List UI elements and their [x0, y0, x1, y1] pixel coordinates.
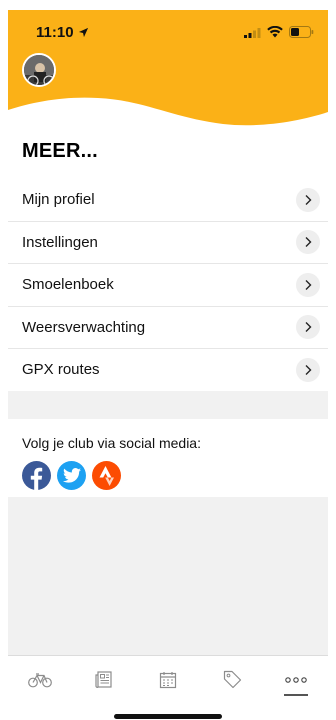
twitter-icon[interactable] [57, 461, 86, 490]
menu-item-label: Weersverwachting [22, 318, 146, 336]
menu-item-label: GPX routes [22, 361, 100, 379]
tab-more[interactable] [276, 662, 316, 698]
left-margin [0, 0, 8, 720]
menu-item-mijn-profiel[interactable]: Mijn profiel [8, 179, 328, 222]
social-icons [22, 461, 314, 490]
chevron-right-icon [296, 272, 320, 297]
news-icon [95, 670, 112, 688]
menu-item-smoelenboek[interactable]: Smoelenboek [8, 264, 328, 307]
chevron-right-icon [296, 230, 320, 255]
menu-item-weersverwachting[interactable]: Weersverwachting [8, 306, 328, 349]
status-bar: 11:10 [8, 10, 328, 54]
chevron-right-icon [296, 357, 320, 382]
bike-icon [28, 672, 52, 687]
menu-item-label: Instellingen [22, 233, 98, 251]
chevron-right-icon [296, 315, 320, 340]
chevron-right-icon [296, 187, 320, 212]
page-title: MEER... [22, 140, 98, 162]
cellular-signal-icon [244, 27, 261, 38]
tab-tags[interactable] [212, 662, 252, 698]
location-arrow-icon [78, 27, 88, 37]
status-time-text: 11:10 [36, 23, 74, 41]
menu-item-instellingen[interactable]: Instellingen [8, 221, 328, 264]
section-divider [8, 391, 328, 419]
tab-news[interactable] [84, 662, 124, 698]
avatar[interactable] [22, 53, 56, 87]
tab-bike[interactable] [20, 662, 60, 698]
menu-list: Mijn profiel Instellingen Smoelenboek We… [8, 179, 328, 392]
status-time: 11:10 [36, 24, 89, 41]
status-icons [244, 26, 314, 38]
wifi-icon [267, 26, 283, 38]
home-indicator[interactable] [114, 714, 222, 719]
empty-area [8, 497, 328, 655]
social-heading: Volg je club via social media: [22, 435, 201, 451]
menu-item-label: Mijn profiel [22, 191, 95, 209]
menu-item-label: Smoelenboek [22, 276, 114, 294]
facebook-icon[interactable] [22, 461, 51, 490]
strava-icon[interactable] [92, 461, 121, 490]
right-margin [328, 0, 336, 720]
social-section: Volg je club via social media: [8, 419, 328, 497]
menu-item-gpx-routes[interactable]: GPX routes [8, 349, 328, 392]
more-icon [285, 676, 307, 683]
calendar-icon [159, 671, 177, 688]
battery-icon [289, 26, 314, 38]
tab-bar [8, 655, 328, 703]
header: 11:10 [8, 10, 328, 135]
tab-calendar[interactable] [148, 662, 188, 698]
tag-icon [223, 670, 241, 689]
